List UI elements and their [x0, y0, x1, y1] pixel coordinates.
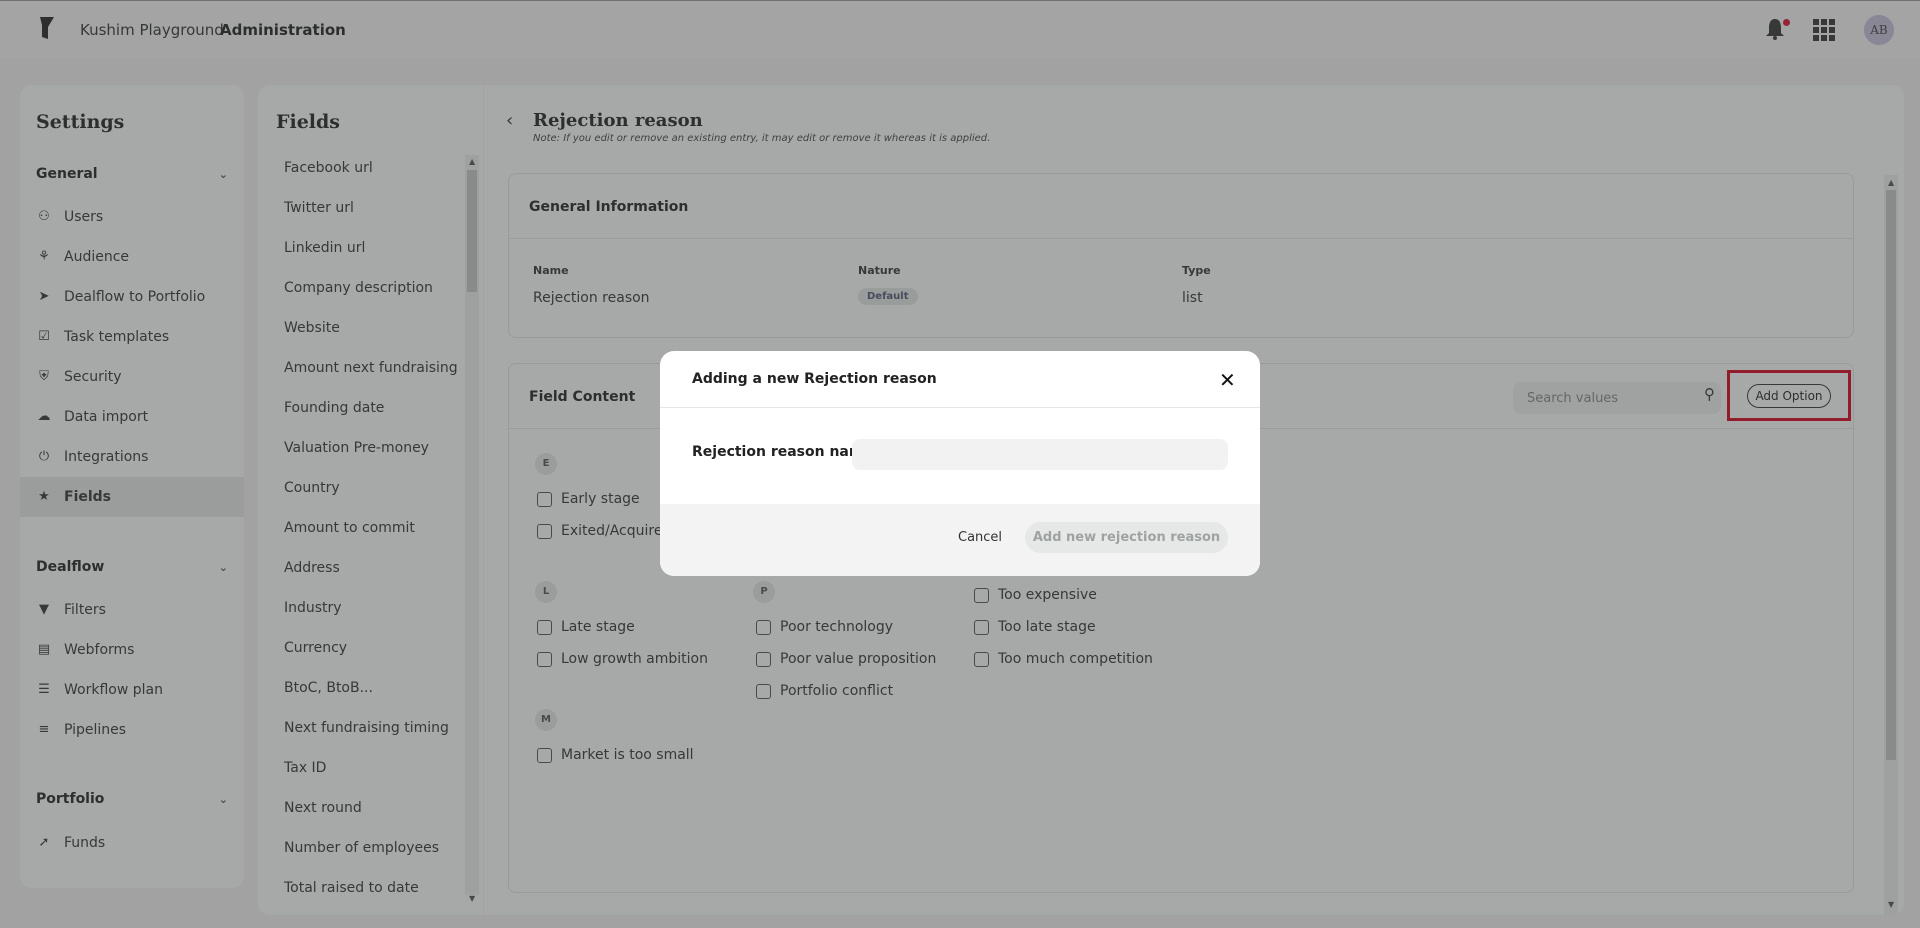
rejection-reason-name-input[interactable]	[852, 439, 1228, 470]
add-rejection-reason-dialog: Adding a new Rejection reason ✕ Rejectio…	[660, 351, 1260, 576]
divider	[660, 407, 1260, 408]
cancel-button[interactable]: Cancel	[958, 530, 1002, 545]
close-icon[interactable]: ✕	[1219, 368, 1236, 392]
rejection-reason-name-label: Rejection reason name	[692, 444, 873, 460]
add-new-rejection-reason-button[interactable]: Add new rejection reason	[1025, 522, 1228, 553]
dialog-footer: Cancel Add new rejection reason	[660, 504, 1260, 576]
dialog-title: Adding a new Rejection reason	[692, 371, 937, 387]
